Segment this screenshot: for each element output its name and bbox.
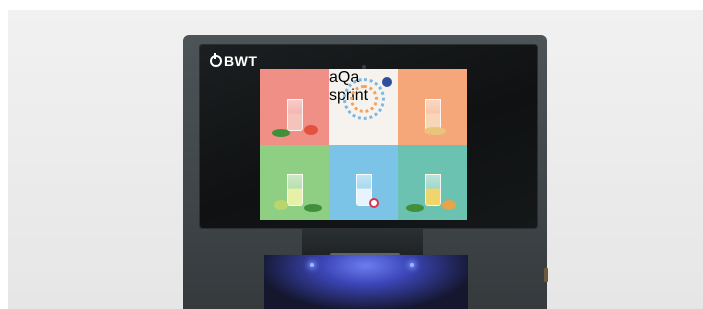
drink-tile-strawberry[interactable] [260,69,329,145]
aqa-sprint-tile[interactable]: aQa sprint [329,69,398,145]
leaf-icon [304,204,322,212]
aqa-ring-inner [349,85,378,113]
aqa-badge-icon [382,77,392,87]
side-button[interactable] [544,268,548,282]
drink-tile-lime[interactable] [260,144,329,220]
led-light-left [310,263,314,267]
dispense-area [264,255,468,309]
leaf-icon [406,204,424,212]
ginger-icon [424,126,446,135]
leaf-icon [272,128,290,137]
lime-icon [274,200,288,210]
glass-icon [424,174,441,206]
brand-logo: BWT [210,53,257,69]
drink-tile-orange[interactable] [398,144,467,220]
strawberry-icon [304,124,318,135]
glass-icon [286,174,303,206]
glass-icon [286,98,303,131]
drink-tile-still-water[interactable] [329,144,398,220]
touch-screen: aQa sprint [260,69,467,220]
drink-tile-ginger[interactable] [398,69,467,145]
brand-name: BWT [224,53,258,69]
led-light-right [410,263,414,267]
no-bubbles-icon [369,198,379,208]
glass-icon [424,98,441,131]
bwt-logo-icon [210,53,222,67]
orange-icon [442,200,456,210]
